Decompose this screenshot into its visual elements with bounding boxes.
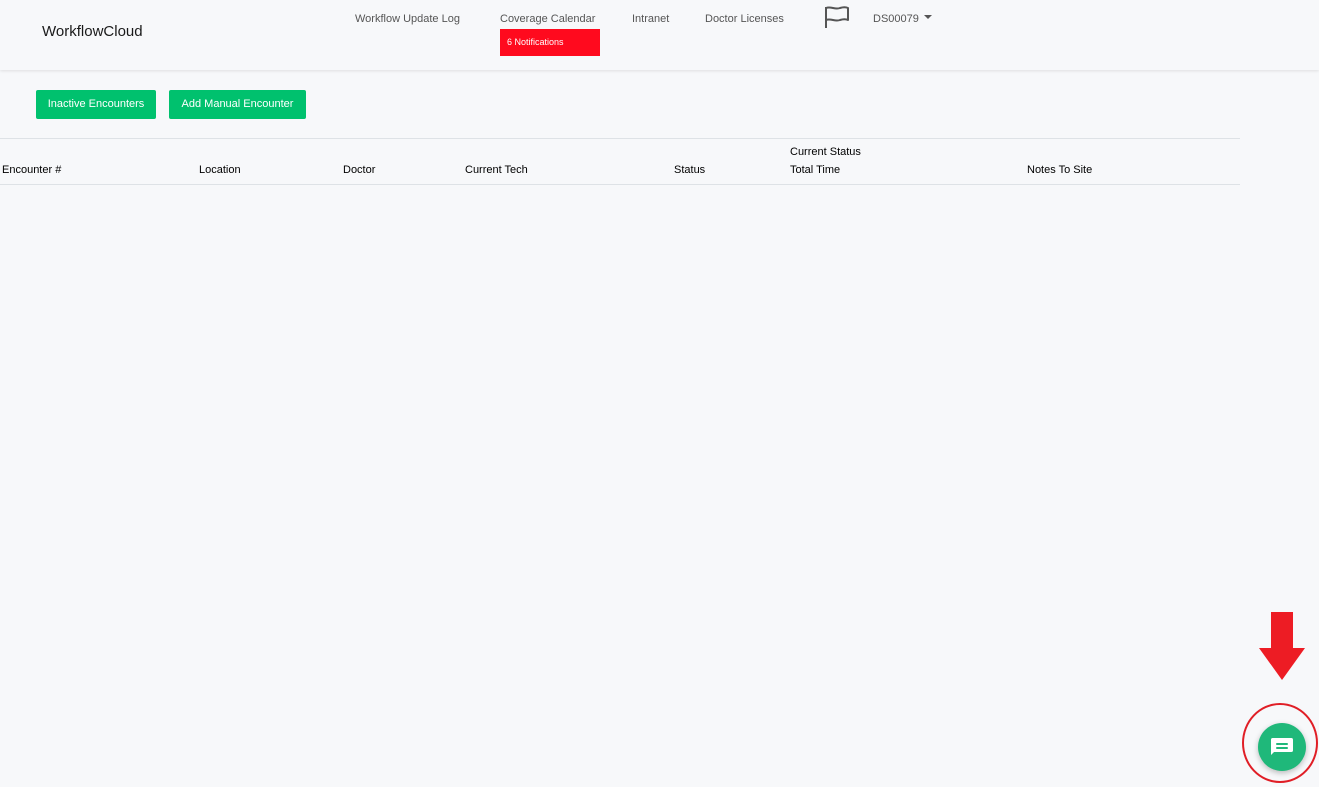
chevron-down-icon <box>923 15 932 19</box>
notifications-badge[interactable]: 6 Notifications <box>500 29 600 56</box>
table-divider-top <box>0 138 1240 139</box>
column-header-doctor[interactable]: Doctor <box>343 164 375 176</box>
nav-coverage-calendar[interactable]: Coverage Calendar <box>500 13 595 25</box>
column-header-total-time[interactable]: Total Time <box>790 164 840 176</box>
column-header-current-tech[interactable]: Current Tech <box>465 164 528 176</box>
chat-icon <box>1271 738 1293 755</box>
nav-intranet[interactable]: Intranet <box>632 13 669 25</box>
top-navbar: WorkflowCloud Workflow Update Log Covera… <box>0 0 1319 70</box>
user-menu[interactable]: DS00079 <box>873 13 932 25</box>
chat-launcher-button[interactable] <box>1258 723 1306 771</box>
column-header-encounter[interactable]: Encounter # <box>2 164 61 176</box>
inactive-encounters-button[interactable]: Inactive Encounters <box>36 90 156 119</box>
column-header-location[interactable]: Location <box>199 164 241 176</box>
table-divider-bottom <box>0 184 1240 185</box>
brand-logo[interactable]: WorkflowCloud <box>42 23 143 40</box>
column-header-notes-to-site[interactable]: Notes To Site <box>1027 164 1092 176</box>
flag-icon[interactable] <box>823 5 851 29</box>
nav-workflow-update-log[interactable]: Workflow Update Log <box>355 13 460 25</box>
nav-doctor-licenses[interactable]: Doctor Licenses <box>705 13 784 25</box>
column-header-status[interactable]: Status <box>674 164 705 176</box>
add-manual-encounter-button[interactable]: Add Manual Encounter <box>169 90 306 119</box>
down-arrow-icon <box>1259 612 1305 680</box>
column-group-current-status: Current Status <box>790 146 861 158</box>
user-id: DS00079 <box>873 13 919 25</box>
